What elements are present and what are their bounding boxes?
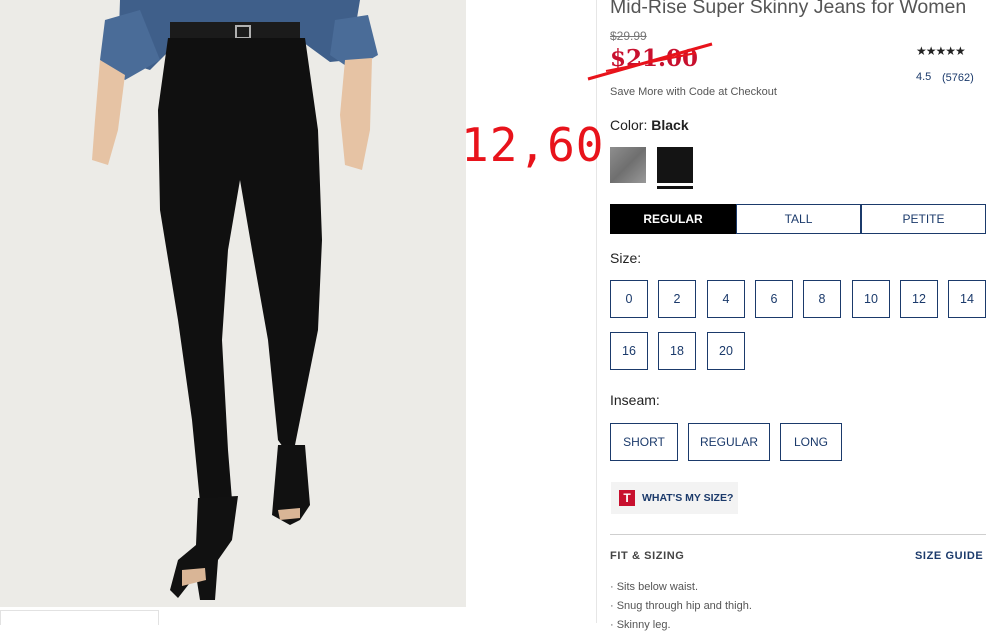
- review-count-link[interactable]: (5762): [942, 72, 974, 84]
- size-option[interactable]: 8: [803, 280, 841, 318]
- size-option[interactable]: 20: [707, 332, 745, 370]
- selected-color: Black: [651, 117, 689, 133]
- inseam-label: Inseam:: [610, 392, 660, 408]
- gray-swatch[interactable]: [610, 147, 646, 183]
- rating-value[interactable]: 4.5: [916, 71, 931, 83]
- selected-swatch-indicator: [657, 186, 693, 189]
- product-title: Mid-Rise Super Skinny Jeans for Women: [610, 0, 967, 18]
- section-divider: [610, 534, 986, 535]
- size-option[interactable]: 18: [658, 332, 696, 370]
- size-label: Size:: [610, 250, 642, 266]
- color-label: Color: Black: [610, 117, 689, 133]
- inseam-short[interactable]: SHORT: [610, 423, 678, 461]
- true-fit-logo-icon: T: [619, 490, 635, 506]
- size-option[interactable]: 14: [948, 280, 986, 318]
- column-divider: [596, 0, 597, 623]
- black-swatch[interactable]: [657, 147, 693, 183]
- fit-bullet: · Skinny leg.: [610, 619, 671, 631]
- inseam-long[interactable]: LONG: [780, 423, 842, 461]
- size-option[interactable]: 16: [610, 332, 648, 370]
- whats-my-size-button[interactable]: T WHAT'S MY SIZE?: [611, 482, 738, 514]
- product-image: [0, 0, 466, 607]
- price-strikethrough-mark: [587, 42, 713, 81]
- size-option[interactable]: 4: [707, 280, 745, 318]
- fit-bullet: · Snug through hip and thigh.: [610, 600, 752, 612]
- fit-tab-petite[interactable]: PETITE: [861, 204, 986, 234]
- size-option[interactable]: 12: [900, 280, 938, 318]
- inseam-regular[interactable]: REGULAR: [688, 423, 770, 461]
- fit-bullets: · Sits below waist. · Snug through hip a…: [610, 578, 752, 635]
- rating-stars: ★★★★★: [916, 44, 966, 58]
- size-option[interactable]: 6: [755, 280, 793, 318]
- whats-my-size-label: WHAT'S MY SIZE?: [642, 492, 734, 504]
- handwritten-annotation: 12,60: [461, 118, 605, 172]
- size-option[interactable]: 10: [852, 280, 890, 318]
- promo-text: Save More with Code at Checkout: [610, 86, 777, 98]
- fit-sizing-heading: FIT & SIZING: [610, 550, 685, 562]
- size-option[interactable]: 0: [610, 280, 648, 318]
- fit-tabs: REGULAR TALL PETITE: [610, 204, 986, 234]
- fit-bullet: · Sits below waist.: [610, 581, 699, 593]
- fit-tab-tall[interactable]: TALL: [736, 204, 861, 234]
- size-guide-link[interactable]: SIZE GUIDE: [915, 550, 983, 562]
- fit-tab-regular[interactable]: REGULAR: [610, 204, 736, 234]
- size-option[interactable]: 2: [658, 280, 696, 318]
- jeans-model-illustration: [0, 0, 466, 607]
